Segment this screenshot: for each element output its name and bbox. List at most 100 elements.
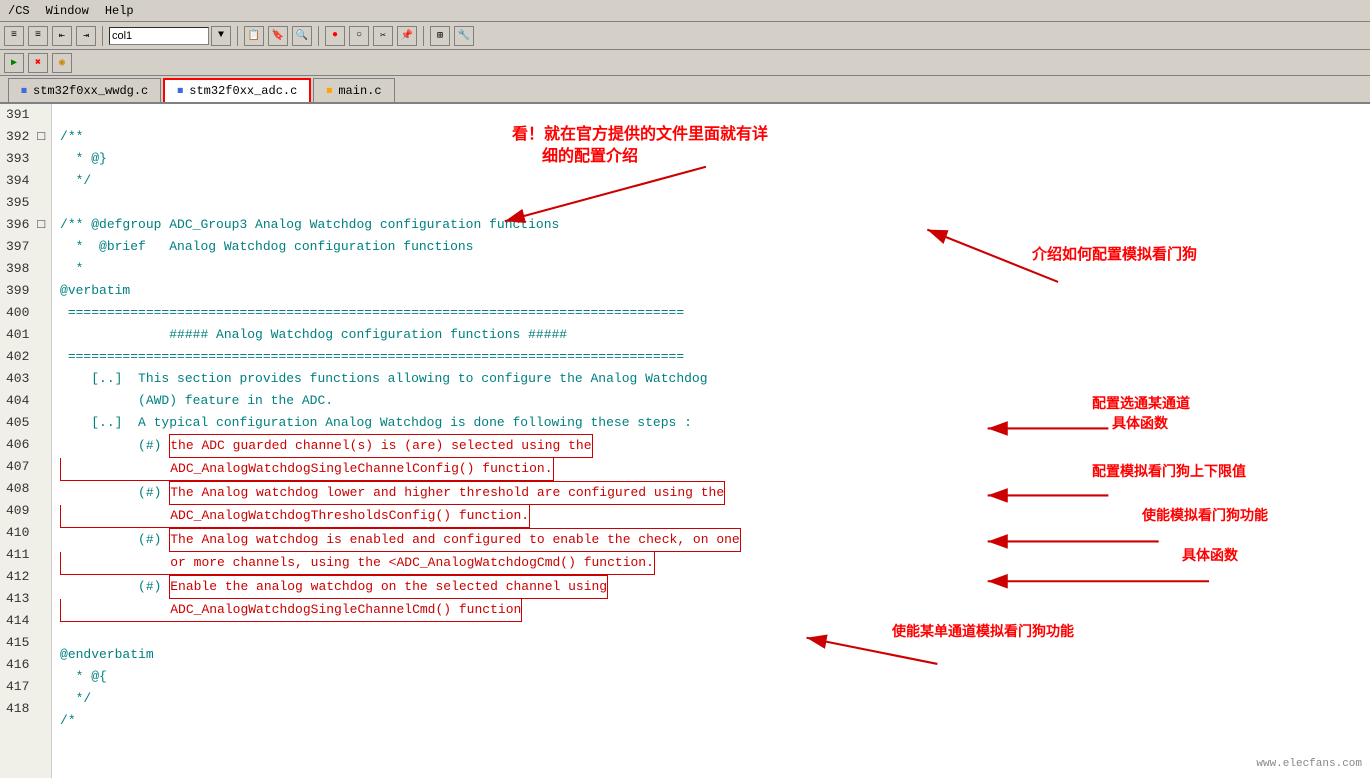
highlighted-413: ADC_AnalogWatchdogSingleChannelCmd() fun…	[60, 599, 522, 622]
ann7-text: 使能模拟看门狗功能	[1142, 504, 1268, 526]
code-line-408: (#) The Analog watchdog lower and higher…	[60, 481, 1362, 505]
ln-413: 413	[6, 588, 45, 610]
yellow-circle-btn[interactable]: ◉	[52, 53, 72, 73]
ln-395: 395	[6, 192, 45, 214]
code-line-418: /*	[60, 710, 1362, 732]
settings-btn[interactable]: 🔧	[454, 26, 474, 46]
clipboard-btn[interactable]: 📌	[397, 26, 417, 46]
code-line-393: * @}	[60, 148, 1362, 170]
tab-icon-main: ◼	[326, 85, 332, 97]
tab-label-main: main.c	[338, 84, 381, 98]
ln-410: 410	[6, 522, 45, 544]
tab-wwdg[interactable]: ◼ stm32f0xx_wwdg.c	[8, 78, 161, 102]
red-x-btn[interactable]: ✖	[28, 53, 48, 73]
highlighted-407: ADC_AnalogWatchdogSingleChannelConfig() …	[60, 458, 553, 481]
sep2	[237, 26, 238, 46]
sep1	[102, 26, 103, 46]
menu-bar: /CS Window Help	[0, 0, 1370, 22]
tab-label-wwdg: stm32f0xx_wwdg.c	[33, 84, 148, 98]
ann3-text: 介绍如何配置模拟看门狗	[1032, 244, 1197, 266]
ann4-text: 配置选通某通道	[1092, 392, 1190, 414]
code-line-396: /** @defgroup ADC_Group3 Analog Watchdog…	[60, 214, 1362, 236]
ln-394: 394	[6, 170, 45, 192]
col-dropdown-btn[interactable]: ▼	[211, 26, 231, 46]
col-input[interactable]	[109, 27, 209, 45]
code-line-415: @endverbatim	[60, 644, 1362, 666]
highlighted-409: ADC_AnalogWatchdogThresholdsConfig() fun…	[60, 505, 530, 528]
circle-btn[interactable]: ○	[349, 26, 369, 46]
watermark: www.elecfans.com	[1256, 758, 1362, 770]
menu-item-help[interactable]: Help	[105, 4, 134, 18]
main-content: 391 392 □ 393 394 395 396 □ 397 398 399 …	[0, 104, 1370, 778]
ln-401: 401	[6, 324, 45, 346]
indent2-btn[interactable]: ≡	[28, 26, 48, 46]
code-line-402: ========================================…	[60, 346, 1362, 368]
highlighted-406-407: the ADC guarded channel(s) is (are) sele…	[169, 434, 592, 458]
indent3-btn[interactable]: ⇤	[52, 26, 72, 46]
ln-409: 409	[6, 500, 45, 522]
code-line-403: [..] This section provides functions all…	[60, 368, 1362, 390]
ln-414: 414	[6, 610, 45, 632]
menu-item-cs[interactable]: /CS	[8, 4, 30, 18]
code-line-406: (#) the ADC guarded channel(s) is (are) …	[60, 434, 1362, 458]
toolbar1: ≡ ≡ ⇤ ⇥ ▼ 📋 🔖 🔍 ● ○ ✂ 📌 ⊞ 🔧	[0, 22, 1370, 50]
code-line-410: (#) The Analog watchdog is enabled and c…	[60, 528, 1362, 552]
ann6-text: 配置模拟看门狗上下限值	[1092, 460, 1246, 482]
ln-405: 405	[6, 412, 45, 434]
highlighted-410-411: The Analog watchdog is enabled and confi…	[169, 528, 741, 552]
tab-icon-adc: ◼	[177, 85, 183, 97]
tabs-bar: ◼ stm32f0xx_wwdg.c ◼ stm32f0xx_adc.c ◼ m…	[0, 76, 1370, 104]
code-line-401: ##### Analog Watchdog configuration func…	[60, 324, 1362, 346]
ln-416: 416	[6, 654, 45, 676]
ann9-text: 使能某单通道模拟看门狗功能	[892, 620, 1074, 642]
code-line-399: @verbatim	[60, 280, 1362, 302]
nav1-btn[interactable]: 📋	[244, 26, 264, 46]
ln-403: 403	[6, 368, 45, 390]
sep4	[423, 26, 424, 46]
toolbar2: ▶ ✖ ◉	[0, 50, 1370, 76]
code-line-413: ADC_AnalogWatchdogSingleChannelCmd() fun…	[60, 599, 1362, 622]
ann1-text: 看！就在官方提供的文件里面就有详	[512, 124, 768, 146]
search-btn[interactable]: 🔍	[292, 26, 312, 46]
ann5-text: 具体函数	[1112, 412, 1168, 434]
ln-412: 412	[6, 566, 45, 588]
green-arrow-btn[interactable]: ▶	[4, 53, 24, 73]
ann2-text: 细的配置介绍	[542, 146, 638, 168]
highlighted-408-409: The Analog watchdog lower and higher thr…	[169, 481, 725, 505]
ln-406: 406	[6, 434, 45, 456]
line-numbers: 391 392 □ 393 394 395 396 □ 397 398 399 …	[0, 104, 52, 778]
indent1-btn[interactable]: ≡	[4, 26, 24, 46]
highlighted-412-413: Enable the analog watchdog on the select…	[169, 575, 608, 599]
code-line-416: * @{	[60, 666, 1362, 688]
code-line-417: */	[60, 688, 1362, 710]
ln-398: 398	[6, 258, 45, 280]
code-line-414	[60, 622, 1362, 644]
ln-418: 418	[6, 698, 45, 720]
code-line-400: ========================================…	[60, 302, 1362, 324]
nav2-btn[interactable]: 🔖	[268, 26, 288, 46]
highlighted-411: or more channels, using the <ADC_AnalogW…	[60, 552, 655, 575]
menu-item-window[interactable]: Window	[46, 4, 89, 18]
code-area: /** * @} */ /** @defgroup ADC_Group3 Ana…	[52, 104, 1370, 778]
record-btn[interactable]: ●	[325, 26, 345, 46]
code-line-395	[60, 192, 1362, 214]
ln-392: 392 □	[6, 126, 45, 148]
ln-393: 393	[6, 148, 45, 170]
code-line-411: or more channels, using the <ADC_AnalogW…	[60, 552, 1362, 575]
scissors-btn[interactable]: ✂	[373, 26, 393, 46]
ln-397: 397	[6, 236, 45, 258]
ln-391: 391	[6, 104, 45, 126]
ln-411: 411	[6, 544, 45, 566]
ln-404: 404	[6, 390, 45, 412]
tab-icon-wwdg: ◼	[21, 85, 27, 97]
ln-402: 402	[6, 346, 45, 368]
tab-main[interactable]: ◼ main.c	[313, 78, 394, 102]
grid-btn[interactable]: ⊞	[430, 26, 450, 46]
ann8-text: 具体函数	[1182, 544, 1238, 566]
ln-415: 415	[6, 632, 45, 654]
tab-label-adc: stm32f0xx_adc.c	[189, 84, 297, 98]
ln-407: 407	[6, 456, 45, 478]
indent4-btn[interactable]: ⇥	[76, 26, 96, 46]
tab-adc[interactable]: ◼ stm32f0xx_adc.c	[163, 78, 311, 102]
ln-396: 396 □	[6, 214, 45, 236]
